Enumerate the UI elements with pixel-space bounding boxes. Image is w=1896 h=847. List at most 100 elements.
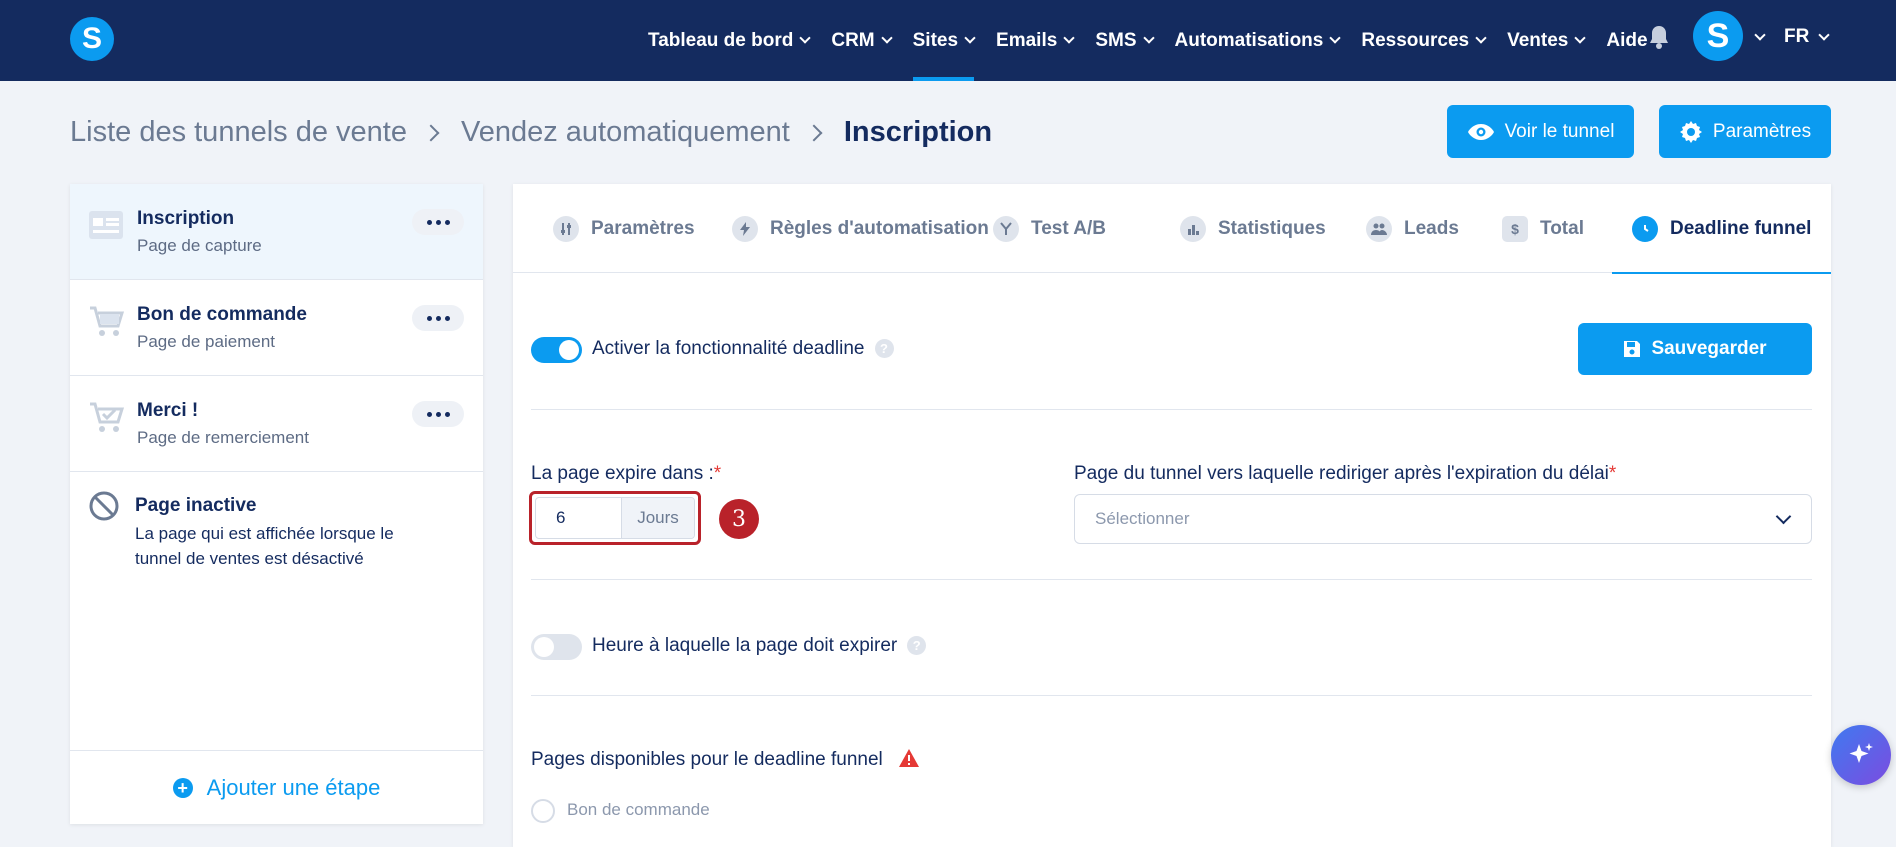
tab-deadline-funnel[interactable]: Deadline funnel [1611,184,1832,274]
add-step-button[interactable]: + Ajouter une étape [70,750,483,824]
nav-item-sites[interactable]: Sites [912,0,976,81]
nav-item-resources[interactable]: Ressources [1361,0,1487,81]
cart-icon [90,306,124,336]
enable-deadline-label: Activer la fonctionnalité deadline? [592,338,894,360]
step-item-inscription[interactable]: Inscription Page de capture [70,184,483,280]
tab-label: Paramètres [591,217,695,239]
users-icon [1366,215,1392,242]
view-funnel-label: Voir le tunnel [1504,120,1615,142]
nav-item-help[interactable]: Aide [1606,0,1647,81]
chevron-down-icon [1475,32,1487,44]
divider [531,579,1812,580]
tab-label: Statistiques [1218,217,1326,239]
inactive-page-title: Page inactive [135,495,257,516]
chevron-right-icon [422,124,440,141]
nav-item-dashboard[interactable]: Tableau de bord [648,0,812,81]
nav-item-label: Emails [996,29,1058,51]
eye-icon [1467,123,1494,140]
more-options-icon[interactable] [412,209,464,235]
nav-item-label: CRM [831,29,875,51]
tab-bar: Paramètres Règles d'automatisation Test … [513,184,1832,274]
cart-check-icon [90,402,124,432]
svg-text:$: $ [1511,221,1519,237]
chevron-down-icon [1775,508,1792,525]
breadcrumb-funnel[interactable]: Vendez automatiquement [461,116,790,149]
step-title: Inscription [137,208,235,229]
main-menu: Tableau de bord CRM Sites Emails SMS Aut… [648,0,1670,81]
redirect-page-select[interactable]: Sélectionner [1074,494,1812,544]
add-step-label: Ajouter une étape [206,774,381,800]
chevron-down-icon [1574,32,1587,44]
tab-label: Règles d'automatisation [770,217,989,239]
tab-ab-test[interactable]: Test A/B [993,184,1106,273]
step-item-order[interactable]: Bon de commande Page de paiement [70,280,483,376]
brand-logo[interactable]: S [70,17,114,61]
more-options-icon[interactable] [412,305,464,331]
tab-label: Total [1540,217,1584,239]
nav-item-label: Tableau de bord [648,29,794,51]
step-subtitle: Page de capture [137,236,262,255]
nav-item-emails[interactable]: Emails [996,0,1075,81]
available-page-label[interactable]: Bon de commande [567,800,710,820]
nav-item-label: Ventes [1507,29,1569,51]
divider [531,409,1812,410]
breadcrumb-current-page: Inscription [843,116,993,148]
tab-automation-rules[interactable]: Règles d'automatisation [732,184,989,273]
help-icon[interactable]: ? [907,636,927,656]
nav-item-sales[interactable]: Ventes [1507,0,1587,81]
settings-label: Paramètres [1712,120,1812,142]
tab-label: Test A/B [1031,217,1106,239]
step-title: Merci ! [137,400,199,421]
chevron-down-icon [964,32,976,44]
chevron-down-icon [1142,32,1155,44]
breadcrumb-funnels[interactable]: Liste des tunnels de vente [70,116,407,149]
help-icon[interactable]: ? [874,339,894,359]
divider [531,695,1812,696]
tab-total[interactable]: $ Total [1502,184,1584,273]
expire-time-toggle[interactable] [531,634,582,660]
step-title: Bon de commande [137,304,307,325]
funnel-steps-sidebar: Inscription Page de capture Bon de comma… [70,184,483,824]
expire-days-input[interactable]: 6 Jours [535,497,695,539]
tab-label: Leads [1404,217,1459,239]
chevron-down-icon [1063,32,1075,44]
nav-item-automations[interactable]: Automatisations [1174,0,1342,81]
tab-leads[interactable]: Leads [1366,184,1459,273]
nav-item-label: SMS [1095,29,1137,51]
step-subtitle: Page de paiement [137,332,275,351]
ai-assistant-button[interactable] [1831,725,1891,785]
bell-icon[interactable] [1648,24,1670,50]
avatar-letter: S [1706,16,1730,55]
main-panel: Paramètres Règles d'automatisation Test … [513,184,1832,847]
nav-item-crm[interactable]: CRM [831,0,893,81]
tab-statistics[interactable]: Statistiques [1180,184,1326,273]
enable-deadline-toggle[interactable] [531,337,582,363]
view-funnel-button[interactable]: Voir le tunnel [1447,105,1634,158]
save-label: Sauvegarder [1651,338,1767,359]
nav-item-label: Automatisations [1174,29,1324,51]
avatar[interactable]: S [1693,11,1743,61]
gear-icon [1679,120,1702,143]
language-selector[interactable]: FR [1784,26,1809,48]
bar-chart-icon [1180,215,1206,242]
step-item-thanks[interactable]: Merci ! Page de remerciement [70,376,483,472]
nav-item-sms[interactable]: SMS [1095,0,1155,81]
tab-settings[interactable]: Paramètres [553,184,695,273]
ban-icon [89,491,119,521]
chevron-down-icon[interactable] [1818,29,1830,41]
chevron-down-icon [880,32,893,44]
chevron-down-icon[interactable] [1754,29,1766,41]
nav-item-label: Aide [1606,29,1648,51]
settings-button[interactable]: Paramètres [1659,105,1831,158]
nav-item-label: Ressources [1361,29,1470,51]
available-page-radio[interactable] [531,799,555,823]
expire-label: La page expire dans :* [531,463,722,484]
sparkle-icon [1849,743,1873,763]
more-options-icon[interactable] [412,401,464,427]
save-button[interactable]: Sauvegarder [1578,323,1812,375]
chevron-down-icon [799,32,812,44]
split-icon [993,215,1019,242]
warning-icon [899,749,919,767]
expire-days-value[interactable]: 6 [536,498,621,538]
nav-item-label: Sites [912,29,959,51]
